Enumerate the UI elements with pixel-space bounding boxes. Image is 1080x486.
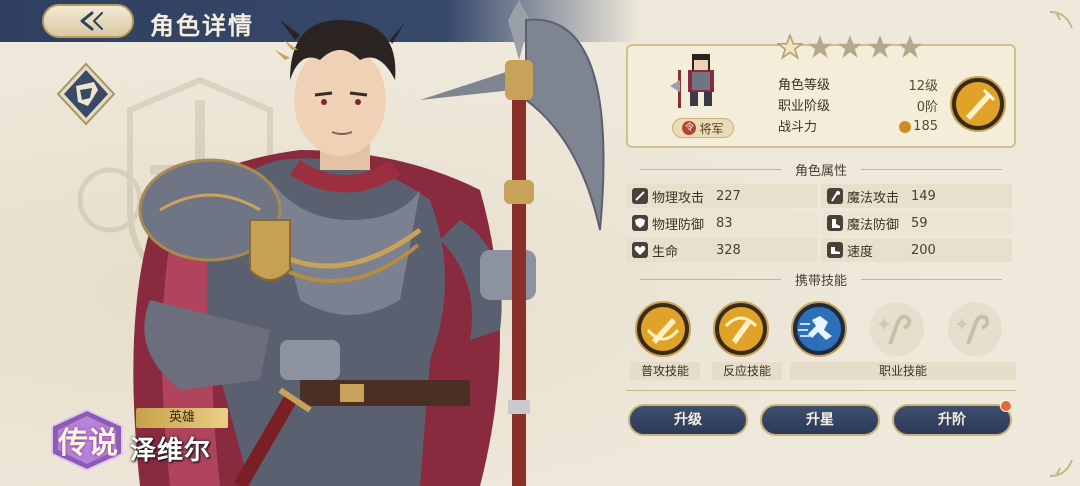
- class-skill-label: 职业技能: [790, 362, 1016, 380]
- corner-flourish-icon: [1049, 11, 1073, 29]
- info-row-power: 战斗力 185: [778, 116, 938, 137]
- level-value: 12级: [908, 79, 938, 94]
- boot-icon: [827, 242, 843, 258]
- staff-icon: [827, 188, 843, 204]
- normal-attack-skill-icon[interactable]: [634, 300, 692, 358]
- attr-physical-defense: 物理防御 83: [626, 211, 817, 235]
- hero-name-plate: 传说 英雄 泽维尔: [48, 404, 248, 476]
- star-rating: [777, 34, 923, 60]
- hero-sprite: [670, 54, 714, 108]
- class-skill-dash-icon[interactable]: [790, 300, 848, 358]
- attr-physical-attack: 物理攻击 227: [626, 184, 817, 208]
- power-value: 185: [913, 119, 938, 134]
- rank-icon: 令: [682, 121, 697, 135]
- attr-row: 生命 328 速度 200: [626, 238, 1016, 265]
- divider: [626, 390, 1016, 391]
- star-empty-icon: [868, 35, 892, 58]
- power-label: 战斗力: [778, 120, 818, 135]
- star-empty-icon: [808, 35, 832, 58]
- attr-row: 物理防御 83 魔法防御 59: [626, 211, 1016, 238]
- reaction-skill-label: 反应技能: [712, 362, 782, 380]
- magic-boot-icon: [827, 215, 843, 231]
- action-buttons: 升级 升星 升阶: [628, 400, 1018, 438]
- locked-skill-slot-icon[interactable]: [946, 300, 1004, 358]
- upgrade-button[interactable]: 升级: [628, 404, 748, 436]
- reaction-skill-icon[interactable]: [712, 300, 770, 358]
- attributes-grid: 物理攻击 227 魔法攻击 149 物理防御 83 魔法防御 59 生命 328…: [626, 184, 1016, 265]
- hero-info-rows: 角色等级 12级 职业阶级 0阶 战斗力 185: [778, 74, 938, 137]
- advance-button-label: 升阶: [938, 412, 966, 428]
- rarity-label: 传说: [58, 426, 118, 461]
- level-label: 角色等级: [778, 78, 831, 93]
- attributes-section-title: 角色属性: [626, 160, 1016, 179]
- heart-icon: [632, 242, 648, 258]
- class-rank-value: 0阶: [916, 100, 938, 115]
- star-empty-icon: [838, 35, 862, 58]
- power-value-wrap: 185: [899, 116, 938, 137]
- ultimate-skill-icon[interactable]: [950, 76, 1006, 132]
- hero-name: 泽维尔: [130, 436, 212, 466]
- normal-skill-label: 普攻技能: [630, 362, 700, 380]
- attr-magic-attack: 魔法攻击 149: [821, 184, 1012, 208]
- rank-badge: 令 将军: [672, 118, 734, 138]
- power-icon: [899, 120, 912, 133]
- role-tag: 英雄: [136, 408, 228, 428]
- star-up-button[interactable]: 升星: [760, 404, 880, 436]
- skills-section-title: 携带技能: [626, 270, 1016, 289]
- detail-panel: 令 将军 角色等级 12级 职业阶级 0阶 战斗力 185 角色属性 物理攻击 …: [622, 34, 1020, 482]
- rank-label: 将军: [699, 121, 724, 136]
- star-filled-icon: [777, 34, 803, 60]
- attr-row: 物理攻击 227 魔法攻击 149: [626, 184, 1016, 211]
- skill-labels: 普攻技能 反应技能 职业技能: [626, 362, 1016, 382]
- notification-dot: [1000, 400, 1012, 412]
- attr-speed: 速度 200: [821, 238, 1012, 262]
- corner-flourish-icon: [1049, 459, 1073, 477]
- info-row-level: 角色等级 12级: [778, 74, 938, 95]
- attr-hp: 生命 328: [626, 238, 817, 262]
- info-row-class-rank: 职业阶级 0阶: [778, 95, 938, 116]
- attr-magic-defense: 魔法防御 59: [821, 211, 1012, 235]
- skills-row: [634, 300, 1014, 358]
- star-empty-icon: [898, 35, 922, 58]
- class-rank-label: 职业阶级: [778, 99, 831, 114]
- locked-skill-slot-icon[interactable]: [868, 300, 926, 358]
- sword-icon: [632, 188, 648, 204]
- shield-icon: [632, 215, 648, 231]
- advance-button[interactable]: 升阶: [892, 400, 1012, 436]
